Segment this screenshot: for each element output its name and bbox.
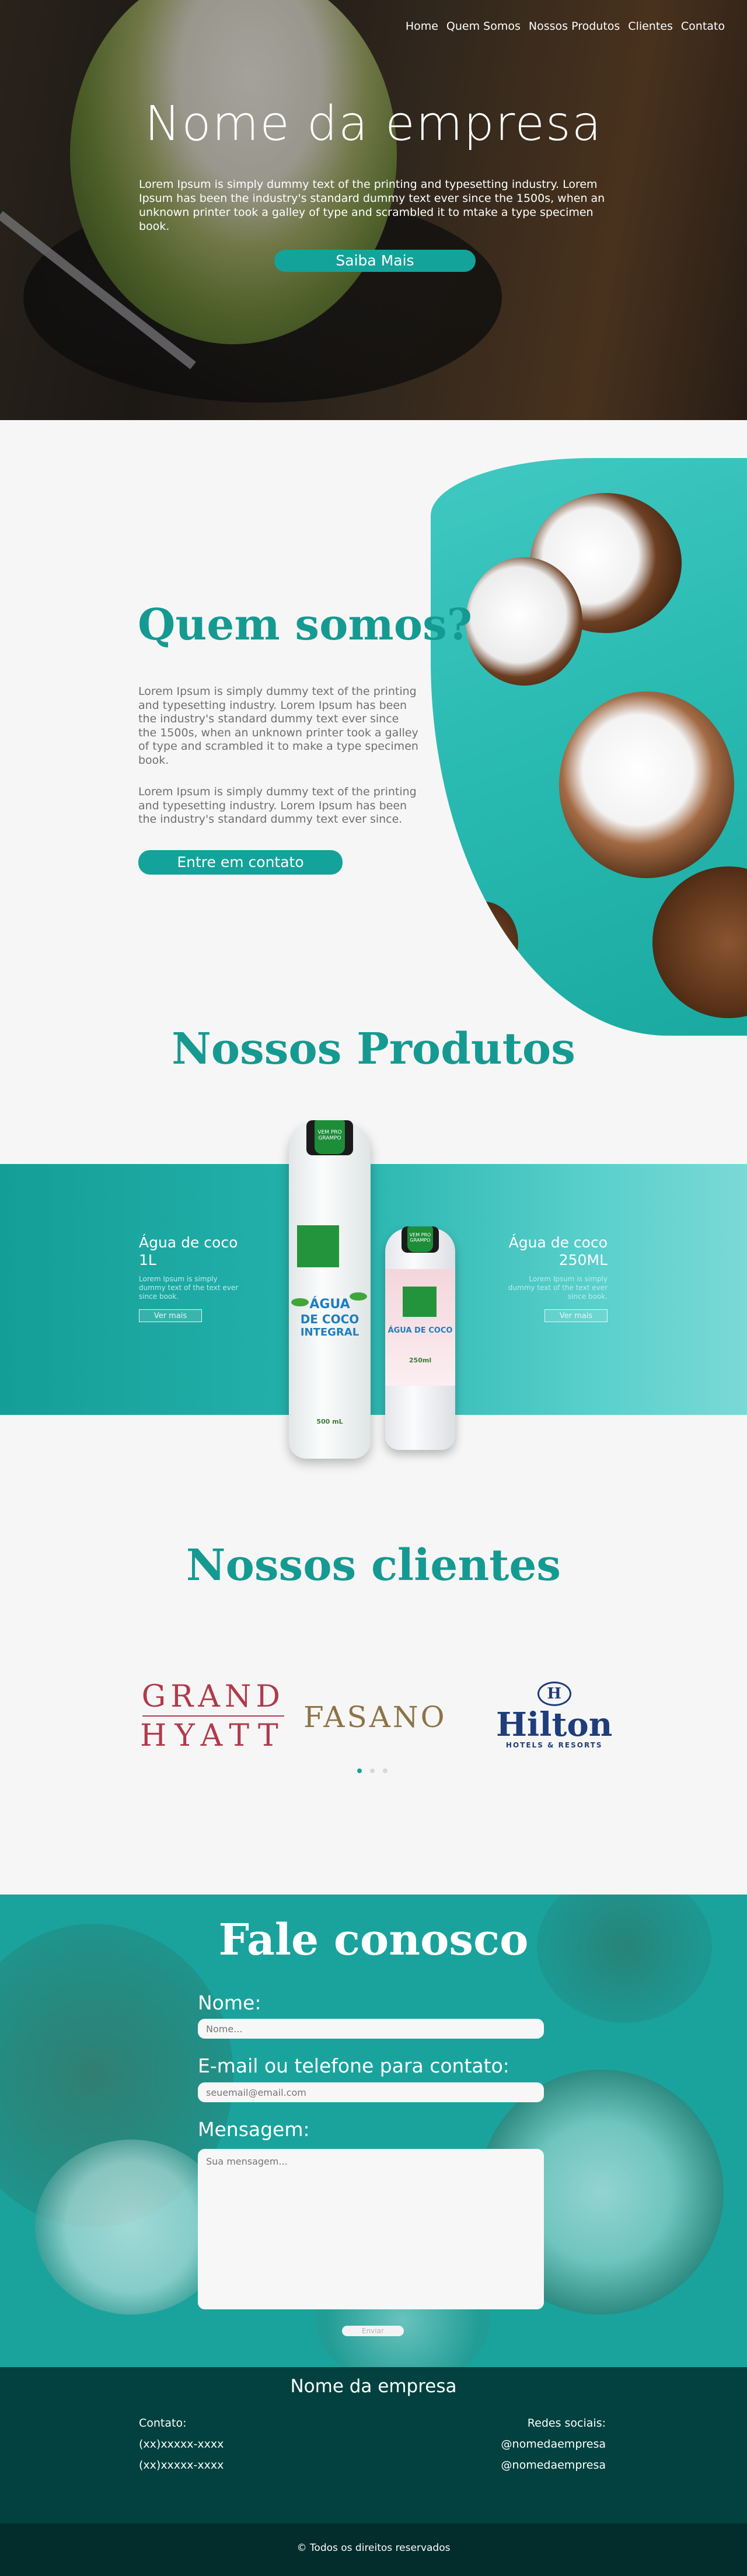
products-band: [0, 1164, 747, 1415]
footer-contact-label: Contato:: [139, 2417, 187, 2430]
logo-text: GRAND: [141, 1679, 285, 1714]
bottle-label-logo: [297, 1225, 339, 1267]
clients-title: Nossos clientes: [186, 1540, 561, 1591]
coconut-shell-image: [652, 866, 747, 1018]
carousel-dot-active[interactable]: [357, 1768, 362, 1773]
product-name: Água de coco 250ML: [508, 1234, 608, 1268]
footer-phone[interactable]: (xx)xxxxx-xxxx: [139, 2455, 224, 2476]
contact-title: Fale conosco: [218, 1915, 529, 1965]
footer-phone[interactable]: (xx)xxxxx-xxxx: [139, 2434, 224, 2455]
landing-page: Home Quem Somos Nossos Produtos Clientes…: [0, 0, 747, 2576]
nav-clientes[interactable]: Clientes: [628, 20, 673, 33]
email-input[interactable]: [198, 2082, 544, 2102]
carousel-dots: [357, 1768, 388, 1773]
main-nav: Home Quem Somos Nossos Produtos Clientes…: [406, 20, 725, 33]
about-title: Quem somos?: [138, 600, 473, 650]
bottle-tag: VEM PRO GRAMPO: [315, 1120, 345, 1154]
bottle-label-logo: [403, 1287, 437, 1317]
logo-text: HYATT: [140, 1718, 287, 1753]
bottle-cap: VEM PRO GRAMPO: [306, 1120, 353, 1155]
about-paragraph-2: Lorem Ipsum is simply dummy text of the …: [138, 785, 417, 826]
message-label: Mensagem:: [198, 2118, 310, 2141]
email-label: E-mail ou telefone para contato:: [198, 2054, 509, 2077]
footer-social: Redes sociais: @nomedaempresa @nomedaemp…: [489, 2413, 606, 2476]
footer-social-handle[interactable]: @nomedaempresa: [489, 2434, 606, 2455]
nav-contato[interactable]: Contato: [681, 20, 725, 33]
carousel-dot[interactable]: [370, 1768, 375, 1773]
saiba-mais-button[interactable]: Saiba Mais: [274, 250, 476, 272]
bottle-label-line: INTEGRAL: [300, 1326, 359, 1338]
products-title: Nossos Produtos: [172, 1024, 575, 1074]
hero-text: Lorem Ipsum is simply dummy text of the …: [139, 178, 605, 233]
send-button[interactable]: Enviar: [342, 2326, 404, 2336]
product-name: Água de coco 1L: [139, 1234, 238, 1268]
hilton-emblem-icon: H: [537, 1682, 571, 1706]
footer-social-handle[interactable]: @nomedaempresa: [489, 2455, 606, 2476]
nav-quem-somos[interactable]: Quem Somos: [446, 20, 521, 33]
fasano-logo[interactable]: FASANO: [303, 1700, 447, 1734]
logo-subtext: HOTELS & RESORTS: [505, 1741, 603, 1749]
bottle-250ml-image: VEM PRO GRAMPO ÁGUA DE COCO 250ml: [385, 1226, 455, 1450]
logo-divider: [142, 1715, 284, 1717]
carousel-dot[interactable]: [383, 1768, 388, 1773]
footer-contact: Contato: (xx)xxxxx-xxxx (xx)xxxxx-xxxx: [139, 2413, 224, 2476]
grand-hyatt-logo[interactable]: GRAND HYATT: [140, 1680, 287, 1752]
about-image-coconuts: [431, 458, 747, 1036]
ver-mais-button[interactable]: Ver mais: [544, 1309, 608, 1322]
bottle-label-line: ÁGUA DE COCO: [388, 1326, 453, 1335]
ver-mais-button[interactable]: Ver mais: [139, 1309, 202, 1322]
hero-title: Nome da empresa: [145, 96, 602, 152]
coconut-piece-image: [466, 557, 582, 686]
message-textarea[interactable]: [198, 2149, 544, 2309]
bottle-volume: 250ml: [409, 1357, 432, 1364]
logo-text: Hilton: [496, 1705, 613, 1744]
name-input[interactable]: [198, 2019, 544, 2039]
bottle-volume: 500 mL: [316, 1418, 343, 1425]
bottle-1l-image: VEM PRO GRAMPO ÁGUA DE COCO INTEGRAL 500…: [289, 1120, 371, 1459]
bottle-tag: VEM PRO GRAMPO: [407, 1226, 433, 1252]
product-description: Lorem Ipsum is simply dummy text of the …: [139, 1275, 239, 1301]
copyright-text: © Todos os direitos reservados: [296, 2542, 451, 2554]
hilton-logo[interactable]: H Hilton HOTELS & RESORTS: [496, 1682, 612, 1749]
footer-social-label: Redes sociais:: [527, 2417, 606, 2430]
about-paragraph-1: Lorem Ipsum is simply dummy text of the …: [138, 685, 418, 767]
footer-company-name: Nome da empresa: [290, 2376, 457, 2397]
nav-home[interactable]: Home: [406, 20, 438, 33]
contact-button[interactable]: Entre em contato: [138, 850, 343, 875]
nav-produtos[interactable]: Nossos Produtos: [529, 20, 620, 33]
bottle-label-line: ÁGUA: [309, 1297, 350, 1312]
name-label: Nome:: [198, 1991, 261, 2014]
product-card-250ml: Água de coco 250ML Lorem Ipsum is simply…: [505, 1234, 608, 1322]
coconut-shell-image: [448, 901, 518, 983]
product-card-1l: Água de coco 1L Lorem Ipsum is simply du…: [139, 1234, 244, 1322]
product-description: Lorem Ipsum is simply dummy text of the …: [508, 1275, 608, 1301]
coconut-half-image: [559, 691, 734, 878]
bottle-label-line: DE COCO: [300, 1312, 359, 1326]
bottle-cap: VEM PRO GRAMPO: [402, 1226, 439, 1253]
